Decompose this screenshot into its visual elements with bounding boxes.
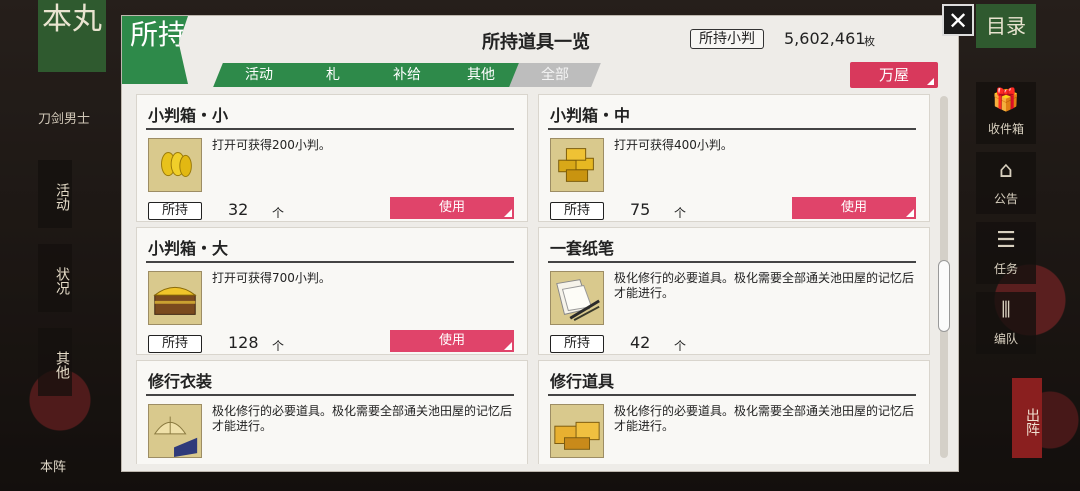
- paper-brush-icon: [550, 271, 604, 325]
- item-count: 75: [630, 200, 651, 219]
- use-button[interactable]: 使用: [792, 197, 916, 219]
- item-description: 极化修行的必要道具。极化需要全部通关池田屋的记忆后才能进行。: [212, 404, 513, 433]
- item-card: 一套纸笔 极化修行的必要道具。极化需要全部通关池田屋的记忆后才能进行。 所持 4…: [538, 227, 930, 355]
- side-tab-event[interactable]: 活动: [38, 160, 72, 228]
- divider: [548, 128, 916, 130]
- notice-button[interactable]: ⌂ 公告: [976, 152, 1036, 214]
- item-count: 42: [630, 333, 651, 352]
- item-card: 小判箱・中 打开可获得400小判。 所持 75 个 使用: [538, 94, 930, 222]
- quest-button[interactable]: ☰ 任务: [976, 222, 1036, 284]
- item-card: 修行衣装 极化修行的必要道具。极化需要全部通关池田屋的记忆后才能进行。: [136, 360, 528, 464]
- owned-tag: 所持: [550, 335, 604, 353]
- item-description: 极化修行的必要道具。极化需要全部通关池田屋的记忆后才能进行。: [614, 404, 915, 433]
- item-description: 打开可获得200小判。: [212, 138, 331, 152]
- item-description: 打开可获得400小判。: [614, 138, 733, 152]
- item-count: 32: [228, 200, 249, 219]
- coin-bag-small-icon: [148, 138, 202, 192]
- count-unit: 个: [674, 206, 687, 220]
- item-list: 小判箱・小 打开可获得200小判。 所持 32 个 使用 小判箱・中 打开可获得…: [136, 94, 936, 464]
- house-icon: ⌂: [999, 158, 1013, 183]
- use-button[interactable]: 使用: [390, 330, 514, 352]
- scrollbar-thumb[interactable]: [938, 260, 950, 332]
- divider: [146, 394, 514, 396]
- catalog-button[interactable]: 目录: [976, 4, 1036, 48]
- count-unit: 个: [674, 339, 687, 353]
- sortie-button[interactable]: 出阵: [1012, 378, 1042, 458]
- close-icon[interactable]: ✕: [942, 4, 974, 36]
- count-unit: 个: [272, 339, 285, 353]
- owned-badge: 所持: [122, 16, 188, 84]
- item-card: 小判箱・大 打开可获得700小判。 所持 128 个 使用: [136, 227, 528, 355]
- item-count: 128: [228, 333, 259, 352]
- sword-boys-label: 刀剑男士: [38, 112, 91, 127]
- divider: [548, 261, 916, 263]
- koban-amount: 5,602,461: [784, 29, 866, 48]
- tab-all[interactable]: 全部: [509, 63, 601, 87]
- item-list-dialog: 所持 所持道具一览 所持小判 5,602,461 枚 活动 札 补给 其他 全部…: [122, 16, 958, 471]
- item-name: 小判箱・大: [148, 239, 229, 258]
- treasure-chest-icon: [148, 271, 202, 325]
- inbox-button[interactable]: 🎁 收件箱: [976, 82, 1036, 144]
- divider: [146, 128, 514, 130]
- item-name: 一套纸笔: [550, 239, 615, 258]
- dialog-title: 所持道具一览: [482, 32, 590, 53]
- koban-label: 所持小判: [690, 29, 764, 49]
- item-description: 极化修行的必要道具。极化需要全部通关池田屋的记忆后才能进行。: [614, 271, 915, 300]
- item-name: 小判箱・中: [550, 106, 631, 125]
- owned-tag: 所持: [148, 335, 202, 353]
- shop-button[interactable]: 万屋: [850, 62, 938, 88]
- formation-icon: ⦀: [1001, 298, 1011, 323]
- honmaru-button[interactable]: 本丸: [38, 0, 106, 72]
- item-name: 修行衣装: [148, 372, 213, 391]
- formation-button[interactable]: ⦀ 编队: [976, 292, 1036, 354]
- gift-icon: 🎁: [992, 88, 1020, 113]
- side-tab-other[interactable]: 其他: [38, 328, 72, 396]
- travel-tools-icon: [550, 404, 604, 458]
- use-button[interactable]: 使用: [390, 197, 514, 219]
- coin-box-medium-icon: [550, 138, 604, 192]
- item-card: 修行道具 极化修行的必要道具。极化需要全部通关池田屋的记忆后才能进行。: [538, 360, 930, 464]
- item-description: 打开可获得700小判。: [212, 271, 331, 285]
- divider: [146, 261, 514, 263]
- owned-tag: 所持: [550, 202, 604, 220]
- travel-outfit-icon: [148, 404, 202, 458]
- checklist-icon: ☰: [996, 228, 1016, 253]
- honjin-label: 本阵: [40, 460, 67, 475]
- divider: [548, 394, 916, 396]
- owned-tag: 所持: [148, 202, 202, 220]
- item-name: 小判箱・小: [148, 106, 229, 125]
- koban-unit: 枚: [864, 35, 875, 48]
- count-unit: 个: [272, 206, 285, 220]
- item-card: 小判箱・小 打开可获得200小判。 所持 32 个 使用: [136, 94, 528, 222]
- side-tab-status[interactable]: 状况: [38, 244, 72, 312]
- item-name: 修行道具: [550, 372, 615, 391]
